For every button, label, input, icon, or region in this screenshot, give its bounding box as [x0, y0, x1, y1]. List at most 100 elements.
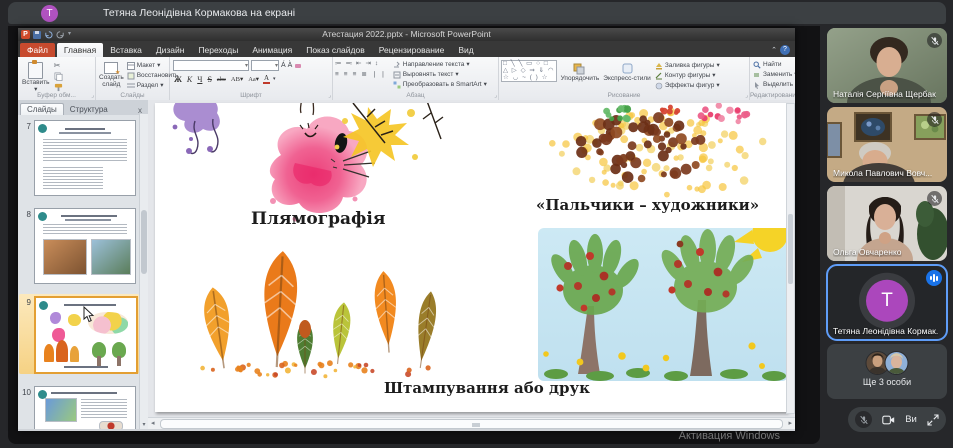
participant-tile-1[interactable]: Наталія Сергіївна Щербак: [827, 28, 947, 103]
participant-tile-2[interactable]: Микола Павлович Вовч...: [827, 107, 947, 182]
shape-fill-button[interactable]: Заливка фигуры ▾: [655, 62, 720, 70]
clear-format-icon[interactable]: [294, 62, 302, 70]
expand-icon[interactable]: [927, 414, 939, 426]
tab-transitions[interactable]: Переходы: [191, 43, 245, 57]
yellow-splash-art: [323, 103, 458, 174]
italic-button[interactable]: К: [186, 75, 193, 84]
shadow-button[interactable]: abc: [216, 76, 227, 83]
justify-icon[interactable]: ≣: [361, 71, 369, 79]
char-spacing-button[interactable]: АВ▾: [230, 75, 244, 83]
avatar: [885, 351, 909, 375]
text-direction-button[interactable]: Направление текста ▾: [393, 61, 487, 69]
panel-scrollbar[interactable]: ▾: [139, 114, 148, 429]
shapes-gallery[interactable]: □ ╲ ╲ ▭ ○ □ △ ▷ ◇ ⇒ ⇓ ◠ ☆ ◡ ~ ( ) ☆: [501, 60, 557, 82]
group-editing: Найти Заменить ▾ Выделить ▾ Редактирован…: [750, 57, 795, 100]
presenter-initial: Т: [46, 8, 52, 19]
panel-scroll-down-icon[interactable]: ▾: [141, 421, 147, 428]
paragraph-dialog-launcher[interactable]: ⌟: [494, 92, 497, 99]
slide-7-thumbnail[interactable]: [34, 120, 136, 196]
hscroll-right-icon[interactable]: ▸: [788, 420, 792, 428]
participant-tile-4-active[interactable]: Т Тетяна Леонідівна Кормак...: [827, 265, 947, 340]
hscroll-thumb[interactable]: [160, 419, 783, 429]
slide-7-number: 7: [19, 122, 31, 131]
arrange-button[interactable]: Упорядочить: [561, 60, 600, 82]
numbering-icon[interactable]: ≕: [346, 60, 355, 68]
bullets-icon[interactable]: ≔: [335, 60, 344, 68]
current-slide-canvas[interactable]: Плямографія «Пальчики – художники» Штамп…: [155, 103, 788, 412]
mic-muted-button[interactable]: [855, 411, 872, 428]
undo-icon[interactable]: [44, 30, 53, 39]
shrink-font-icon[interactable]: А̀: [288, 62, 293, 69]
grow-font-icon[interactable]: А́: [281, 62, 286, 69]
tab-slideshow[interactable]: Показ слайдов: [299, 43, 372, 57]
font-size-combo[interactable]: ▾: [251, 60, 279, 71]
change-case-button[interactable]: Аа▾: [247, 75, 260, 83]
indent-more-icon[interactable]: ⇥: [365, 60, 372, 68]
group-clipboard: Вставить▾ ✂ Буфер обм... ⌟: [18, 57, 96, 100]
save-icon[interactable]: [33, 31, 41, 39]
convert-smartart-button[interactable]: Преобразовать в SmartArt ▾: [393, 81, 487, 89]
paste-button[interactable]: Вставить▾: [22, 59, 50, 94]
slide-10-thumbnail[interactable]: [34, 386, 136, 429]
find-button[interactable]: Найти: [753, 61, 795, 69]
select-button[interactable]: Выделить ▾: [753, 81, 795, 89]
slide-vertical-scrollbar[interactable]: [786, 103, 795, 414]
vscroll-thumb[interactable]: [788, 214, 793, 284]
tab-file[interactable]: Файл: [20, 43, 55, 57]
cut-icon[interactable]: ✂: [54, 61, 63, 70]
tab-home[interactable]: Главная: [57, 43, 103, 57]
font-dialog-launcher[interactable]: ⌟: [328, 92, 331, 99]
help-icon[interactable]: ?: [780, 45, 790, 55]
handprint-painting: [538, 228, 788, 381]
qat-dropdown-icon[interactable]: ▾: [68, 28, 71, 41]
avatar-initial: Т: [881, 289, 893, 311]
align-right-icon[interactable]: ≡: [353, 71, 360, 79]
copy-icon[interactable]: [54, 72, 63, 81]
hscroll-left-icon[interactable]: ◂: [151, 420, 155, 428]
bold-button[interactable]: Ж: [173, 75, 183, 84]
group-slides: Создать слайд Макет ▾ Восстановить Разде…: [96, 57, 170, 100]
avatar-ring: Т: [859, 272, 915, 328]
tab-animations[interactable]: Анимация: [245, 43, 299, 57]
align-center-icon[interactable]: ≡: [344, 71, 351, 79]
participant-tile-3[interactable]: Ольга Овчаренко: [827, 186, 947, 261]
participant-avatar: Т: [866, 279, 908, 321]
slide-8-number: 8: [19, 210, 31, 219]
underline-button[interactable]: Ч: [196, 75, 203, 84]
quick-styles-button[interactable]: Экспресс-стили: [603, 60, 651, 82]
line-spacing-icon[interactable]: ↕: [375, 60, 380, 68]
tab-outline[interactable]: Структура: [64, 104, 114, 115]
more-people-tile[interactable]: Ще 3 особи: [827, 344, 947, 399]
fingerprint-tree-art: [538, 103, 782, 201]
slide-9-number: 9: [19, 298, 31, 307]
camera-button[interactable]: [882, 414, 895, 426]
group-label-slides: Слайды: [96, 92, 169, 99]
group-paragraph: ≔≕⇤⇥↕ ≡≡≡≣❘❘ Направление текста ▾ Выровн…: [333, 57, 499, 100]
clipboard-dialog-launcher[interactable]: ⌟: [91, 92, 94, 99]
ribbon: Вставить▾ ✂ Буфер обм... ⌟: [18, 57, 795, 101]
paste-icon: [28, 62, 43, 79]
shape-effects-button[interactable]: Эффекты фигур ▾: [655, 82, 720, 90]
font-color-button[interactable]: А: [263, 74, 270, 84]
tab-view[interactable]: Вид: [451, 43, 480, 57]
redo-icon[interactable]: [56, 30, 65, 39]
panel-scrollbar-thumb[interactable]: [141, 210, 147, 274]
tab-insert[interactable]: Вставка: [103, 43, 149, 57]
tab-design[interactable]: Дизайн: [149, 43, 192, 57]
indent-less-icon[interactable]: ⇤: [356, 60, 363, 68]
participant-name: Тетяна Леонідівна Кормак...: [833, 326, 939, 336]
tab-review[interactable]: Рецензирование: [372, 43, 452, 57]
replace-button[interactable]: Заменить ▾: [753, 71, 795, 79]
new-slide-button[interactable]: Создать слайд: [99, 59, 124, 90]
align-text-button[interactable]: Выровнять текст ▾: [393, 71, 487, 79]
shape-outline-button[interactable]: Контур фигуры ▾: [655, 72, 720, 80]
drawing-dialog-launcher[interactable]: ⌟: [745, 92, 748, 99]
tab-slides-thumbnails[interactable]: Слайды: [20, 103, 64, 115]
format-painter-icon[interactable]: [54, 83, 63, 92]
font-name-combo[interactable]: ▾: [173, 60, 249, 71]
columns-icon[interactable]: ❘❘: [372, 71, 389, 79]
align-left-icon[interactable]: ≡: [335, 71, 342, 79]
minimize-ribbon-icon[interactable]: ⌃: [771, 46, 777, 54]
slide-8-thumbnail[interactable]: [34, 208, 136, 284]
strikethrough-button[interactable]: S: [206, 75, 212, 84]
